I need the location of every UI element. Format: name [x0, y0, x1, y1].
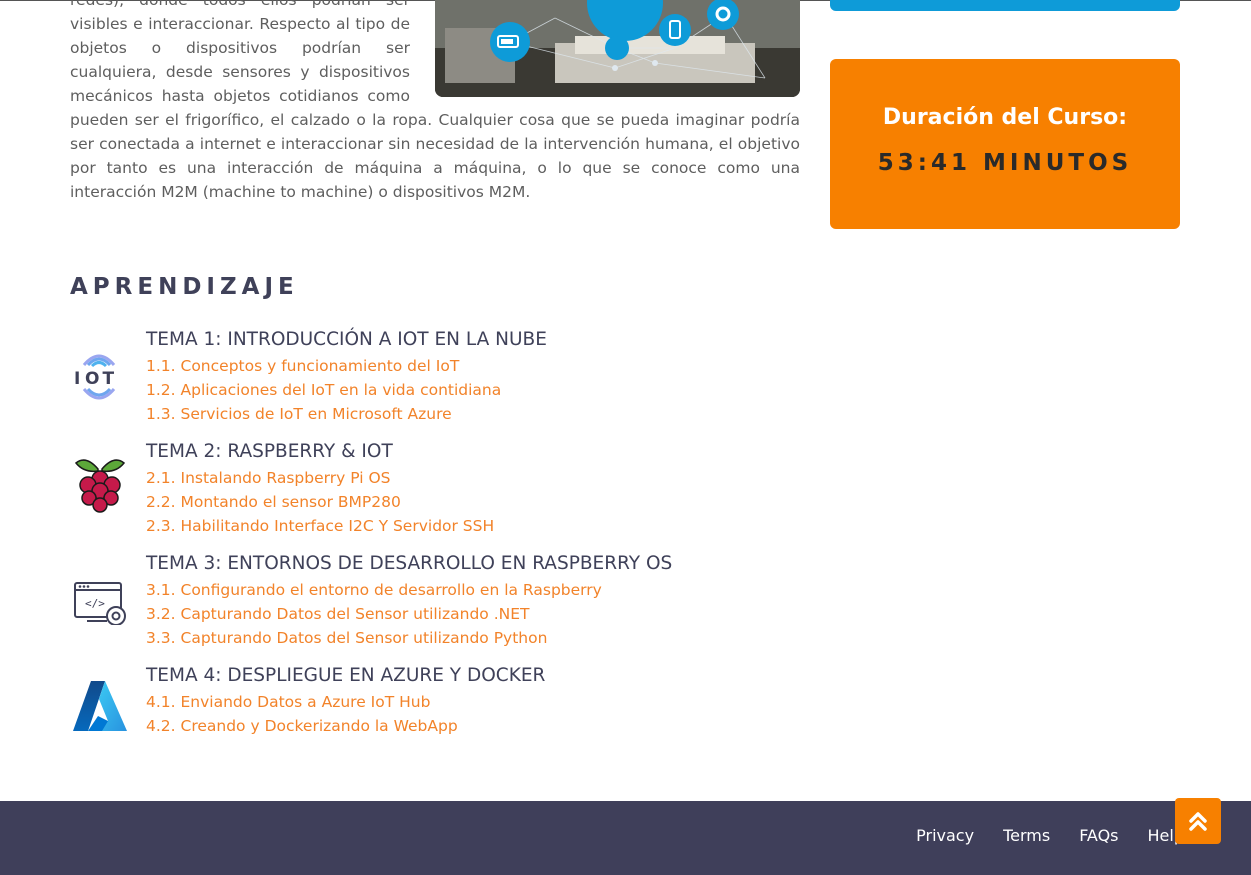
- module-title: TEMA 3: ENTORNOS DE DESARROLLO EN RASPBE…: [146, 553, 673, 574]
- lesson-link[interactable]: 1.2. Aplicaciones del IoT en la vida con…: [146, 381, 501, 399]
- double-chevron-up-icon: [1175, 812, 1221, 847]
- lesson-link[interactable]: 4.1. Enviando Datos a Azure IoT Hub: [146, 693, 430, 711]
- list-item: 3.3. Capturando Datos del Sensor utiliza…: [146, 626, 602, 650]
- lesson-link[interactable]: 1.1. Conceptos y funcionamiento del IoT: [146, 357, 459, 375]
- scroll-to-top-button[interactable]: [1175, 798, 1221, 844]
- list-item: 4.1. Enviando Datos a Azure IoT Hub: [146, 690, 458, 714]
- list-item: 3.2. Capturando Datos del Sensor utiliza…: [146, 602, 602, 626]
- module-title: TEMA 2: RASPBERRY & IOT: [146, 441, 393, 462]
- lesson-link[interactable]: 3.3. Capturando Datos del Sensor utiliza…: [146, 629, 547, 647]
- iot-bedroom-illustration: [435, 0, 800, 97]
- sidebar-enroll-bar[interactable]: [830, 0, 1180, 11]
- azure-icon: [70, 671, 130, 737]
- lesson-link[interactable]: 2.3. Habilitando Interface I2C Y Servido…: [146, 517, 494, 535]
- dev-environment-icon: </>: [70, 559, 130, 626]
- footer: Privacy Terms FAQs Help: [0, 801, 1251, 875]
- section-title-aprendizaje: APRENDIZAJE: [70, 274, 299, 300]
- module-title: TEMA 4: DESPLIEGUE EN AZURE Y DOCKER: [146, 665, 546, 686]
- lesson-link[interactable]: 1.3. Servicios de IoT en Microsoft Azure: [146, 405, 452, 423]
- list-item: 4.2. Creando y Dockerizando la WebApp: [146, 714, 458, 738]
- list-item: 1.3. Servicios de IoT en Microsoft Azure: [146, 402, 501, 426]
- list-item: 2.1. Instalando Raspberry Pi OS: [146, 466, 494, 490]
- lesson-link[interactable]: 2.1. Instalando Raspberry Pi OS: [146, 469, 391, 487]
- lesson-list: 4.1. Enviando Datos a Azure IoT Hub 4.2.…: [146, 690, 458, 738]
- footer-link-faqs[interactable]: FAQs: [1079, 826, 1118, 845]
- list-item: 2.2. Montando el sensor BMP280: [146, 490, 494, 514]
- iot-icon: I OT: [70, 335, 130, 401]
- intro-section: redes), donde todos ellos podrían ser vi…: [70, 0, 800, 204]
- duration-label: Duración del Curso:: [882, 105, 1128, 130]
- lesson-list: 3.1. Configurando el entorno de desarrol…: [146, 578, 602, 650]
- lesson-list: 1.1. Conceptos y funcionamiento del IoT …: [146, 354, 501, 426]
- raspberry-pi-icon: [70, 447, 130, 513]
- lesson-link[interactable]: 3.2. Capturando Datos del Sensor utiliza…: [146, 605, 529, 623]
- course-duration-card: Duración del Curso: 53:41 MINUTOS: [830, 59, 1180, 229]
- footer-nav: Privacy Terms FAQs Help: [887, 826, 1184, 845]
- list-item: 1.2. Aplicaciones del IoT en la vida con…: [146, 378, 501, 402]
- svg-text:OT: OT: [85, 369, 117, 389]
- lesson-link[interactable]: 3.1. Configurando el entorno de desarrol…: [146, 581, 602, 599]
- footer-link-privacy[interactable]: Privacy: [916, 826, 974, 845]
- lesson-link[interactable]: 2.2. Montando el sensor BMP280: [146, 493, 401, 511]
- list-item: 2.3. Habilitando Interface I2C Y Servido…: [146, 514, 494, 538]
- lesson-link[interactable]: 4.2. Creando y Dockerizando la WebApp: [146, 717, 458, 735]
- list-item: 1.1. Conceptos y funcionamiento del IoT: [146, 354, 501, 378]
- footer-link-terms[interactable]: Terms: [1003, 826, 1050, 845]
- duration-value: 53:41 MINUTOS: [877, 150, 1133, 176]
- list-item: 3.1. Configurando el entorno de desarrol…: [146, 578, 602, 602]
- module-title: TEMA 1: INTRODUCCIÓN A IOT EN LA NUBE: [146, 329, 547, 350]
- svg-text:I: I: [74, 369, 80, 389]
- svg-text:</>: </>: [85, 597, 105, 610]
- lesson-list: 2.1. Instalando Raspberry Pi OS 2.2. Mon…: [146, 466, 494, 538]
